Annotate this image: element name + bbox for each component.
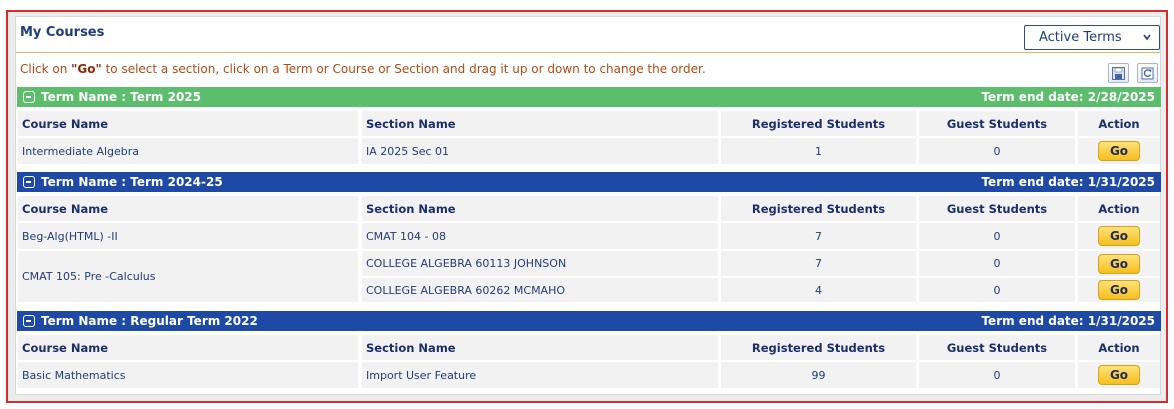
table-row[interactable]: COLLEGE ALGEBRA 60113 JOHNSON 7 0 Go: [17, 251, 1161, 276]
chevron-down-icon: [1143, 34, 1151, 41]
header-divider: [16, 52, 1160, 53]
action-cell: Go: [1078, 223, 1160, 249]
action-cell: Go: [1078, 278, 1160, 302]
action-cell: Go: [1078, 138, 1160, 164]
registered-count: 4: [721, 278, 916, 302]
go-button[interactable]: Go: [1098, 253, 1140, 274]
section-name[interactable]: IA 2025 Sec 01: [362, 138, 718, 164]
section-name[interactable]: COLLEGE ALGEBRA 60113 JOHNSON: [362, 251, 718, 276]
column-header-guest: Guest Students: [919, 196, 1075, 221]
instructions-before: Click on: [20, 62, 72, 76]
column-header-guest: Guest Students: [919, 335, 1075, 360]
term-end-date: Term end date: 1/31/2025: [981, 314, 1155, 328]
table-row[interactable]: COLLEGE ALGEBRA 60262 MCMAHO 4 0 Go: [17, 278, 1161, 302]
terms-filter-select[interactable]: Active Terms: [1024, 25, 1160, 50]
term-end-date: Term end date: 1/31/2025: [981, 175, 1155, 189]
guest-count: 0: [919, 138, 1075, 164]
go-button[interactable]: Go: [1098, 280, 1140, 300]
column-header-registered: Registered Students: [721, 196, 916, 221]
term-header-term-2024-25[interactable]: Term Name : Term 2024-25 Term end date: …: [17, 172, 1161, 192]
table-row[interactable]: Basic Mathematics Import User Feature 99…: [17, 362, 1161, 388]
guest-count: 0: [919, 251, 1075, 276]
column-header-course: Course Name: [18, 196, 358, 221]
guest-count: 0: [919, 278, 1075, 302]
term-header-regular-term-2022[interactable]: Term Name : Regular Term 2022 Term end d…: [17, 311, 1161, 331]
go-button[interactable]: Go: [1098, 365, 1140, 385]
guest-count: 0: [919, 362, 1075, 388]
guest-count: 0: [919, 223, 1075, 249]
table-header-row: Course Name Section Name Registered Stud…: [17, 111, 1161, 136]
term-name: Term Name : Regular Term 2022: [41, 314, 258, 328]
term-name: Term Name : Term 2025: [41, 90, 201, 104]
reset-order-button[interactable]: [1137, 63, 1158, 83]
column-header-action: Action: [1078, 335, 1160, 360]
registered-count: 7: [721, 251, 916, 276]
section-name[interactable]: Import User Feature: [362, 362, 718, 388]
registered-count: 1: [721, 138, 916, 164]
table-row[interactable]: Intermediate Algebra IA 2025 Sec 01 1 0 …: [17, 138, 1161, 164]
column-header-section: Section Name: [362, 335, 718, 360]
action-cell: Go: [1078, 362, 1160, 388]
terms-filter-value: Active Terms: [1039, 30, 1122, 45]
reset-icon: [1141, 67, 1154, 80]
term-name: Term Name : Term 2024-25: [41, 175, 223, 189]
column-header-section: Section Name: [362, 111, 718, 136]
column-header-section: Section Name: [362, 196, 718, 221]
course-name[interactable]: Beg-Alg(HTML) -II: [18, 223, 358, 249]
column-header-registered: Registered Students: [721, 335, 916, 360]
term-end-date: Term end date: 2/28/2025: [981, 90, 1155, 104]
table-row[interactable]: Beg-Alg(HTML) -II CMAT 104 - 08 7 0 Go: [17, 223, 1161, 249]
section-name[interactable]: CMAT 104 - 08: [362, 223, 718, 249]
column-header-course: Course Name: [18, 111, 358, 136]
instructions-go-word: "Go": [71, 62, 102, 76]
term-header-term-2025[interactable]: Term Name : Term 2025 Term end date: 2/2…: [17, 87, 1161, 107]
table-header-row: Course Name Section Name Registered Stud…: [17, 335, 1161, 360]
registered-count: 99: [721, 362, 916, 388]
save-icon: [1112, 67, 1125, 80]
column-header-course: Course Name: [18, 335, 358, 360]
table-header-row: Course Name Section Name Registered Stud…: [17, 196, 1161, 221]
course-name[interactable]: Intermediate Algebra: [18, 138, 358, 164]
courses-panel: My Courses Active Terms Click on "Go" to…: [15, 16, 1161, 395]
go-button[interactable]: Go: [1098, 226, 1140, 246]
save-order-button[interactable]: [1108, 63, 1129, 83]
collapse-icon[interactable]: [23, 176, 35, 188]
courses-panel-outer: My Courses Active Terms Click on "Go" to…: [6, 10, 1168, 403]
instructions-text: Click on "Go" to select a section, click…: [20, 62, 706, 76]
course-name[interactable]: Basic Mathematics: [18, 362, 358, 388]
instructions-after: to select a section, click on a Term or …: [101, 62, 706, 76]
section-name[interactable]: COLLEGE ALGEBRA 60262 MCMAHO: [362, 278, 718, 302]
collapse-icon[interactable]: [23, 315, 35, 327]
go-button[interactable]: Go: [1098, 141, 1140, 161]
action-cell: Go: [1078, 251, 1160, 276]
column-header-registered: Registered Students: [721, 111, 916, 136]
registered-count: 7: [721, 223, 916, 249]
collapse-icon[interactable]: [23, 91, 35, 103]
column-header-action: Action: [1078, 196, 1160, 221]
column-header-guest: Guest Students: [919, 111, 1075, 136]
column-header-action: Action: [1078, 111, 1160, 136]
page-title: My Courses: [20, 25, 105, 40]
